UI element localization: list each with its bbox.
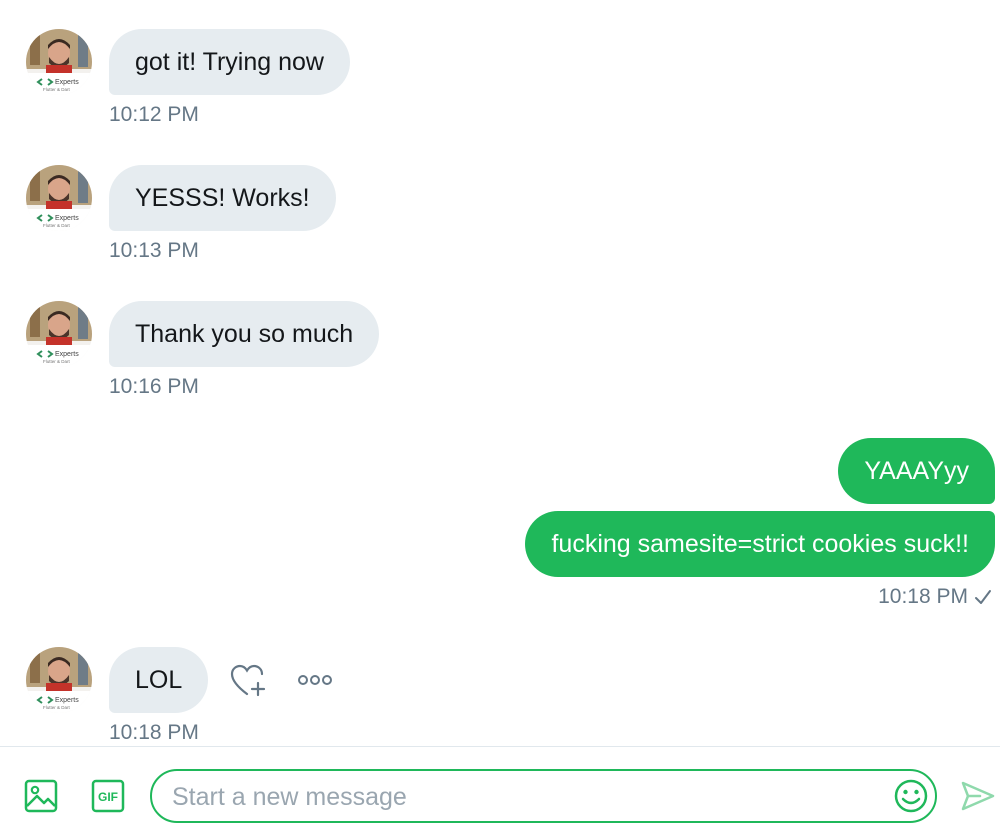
gif-label: GIF <box>98 790 118 804</box>
check-icon <box>974 585 992 608</box>
emoji-icon[interactable] <box>893 778 929 819</box>
avatar-caption: Experts <box>55 215 79 222</box>
avatar-subcaption: Flutter & Dart <box>43 87 71 92</box>
more-icon[interactable] <box>297 672 333 693</box>
outgoing-message-bubble[interactable]: YAAAYyy <box>838 438 995 504</box>
avatar[interactable]: Experts Flutter & Dart <box>26 301 92 367</box>
avatar-caption: Experts <box>55 79 79 86</box>
incoming-message-bubble[interactable]: YESSS! Works! <box>109 165 336 231</box>
message-composer: GIF <box>0 746 1000 836</box>
avatar-subcaption: Flutter & Dart <box>43 705 71 710</box>
avatar-caption: Experts <box>55 697 79 704</box>
message-input[interactable] <box>170 771 874 823</box>
avatar-subcaption: Flutter & Dart <box>43 223 71 228</box>
message-timestamp: 10:13 PM <box>109 239 199 262</box>
avatar[interactable]: Experts Flutter & Dart <box>26 165 92 231</box>
avatar-caption: Experts <box>55 351 79 358</box>
outgoing-message-bubble[interactable]: fucking samesite=strict cookies suck!! <box>525 511 995 577</box>
message-timestamp: 10:18 PM <box>109 721 199 744</box>
avatar[interactable]: Experts Flutter & Dart <box>26 29 92 95</box>
outgoing-timestamp: 10:18 PM <box>878 585 992 609</box>
incoming-message-bubble[interactable]: Thank you so much <box>109 301 380 367</box>
message-timestamp: 10:16 PM <box>109 375 199 398</box>
gif-icon[interactable]: GIF <box>91 779 125 818</box>
message-timestamp: 10:18 PM <box>878 585 968 608</box>
incoming-message-bubble[interactable]: LOL <box>109 647 209 713</box>
message-input-box <box>150 769 937 823</box>
avatar[interactable]: Experts Flutter & Dart <box>26 647 92 713</box>
heart-plus-icon[interactable] <box>229 663 269 704</box>
send-icon[interactable] <box>960 780 996 817</box>
image-icon[interactable] <box>24 779 58 818</box>
avatar-subcaption: Flutter & Dart <box>43 359 71 364</box>
message-timestamp: 10:12 PM <box>109 103 199 126</box>
incoming-message-bubble[interactable]: got it! Trying now <box>109 29 350 95</box>
